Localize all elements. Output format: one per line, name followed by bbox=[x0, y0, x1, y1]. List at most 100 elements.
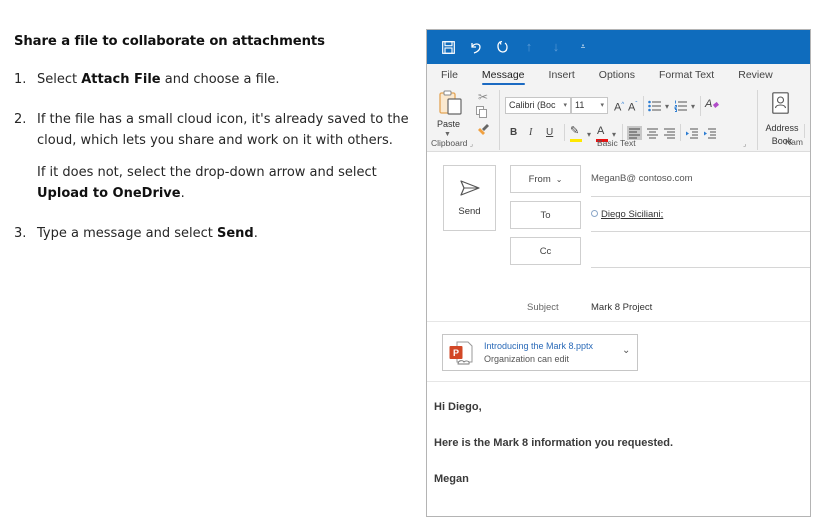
send-label: Send bbox=[458, 206, 481, 217]
numbering-dropdown-icon[interactable]: ▾ bbox=[691, 100, 695, 114]
step-text-plain: If it does not, select the drop-down arr… bbox=[37, 165, 377, 180]
instructions-title: Share a file to collaborate on attachmen… bbox=[14, 34, 325, 49]
font-name-dropdown[interactable]: Calibri (Boc ▾ bbox=[505, 97, 571, 114]
step-text-plain: and choose a file. bbox=[160, 72, 280, 87]
step-text: If the file has a small cloud icon, it's… bbox=[37, 109, 409, 151]
tab-review[interactable]: Review bbox=[738, 69, 772, 86]
separator bbox=[564, 124, 565, 141]
step-text-plain: . bbox=[180, 186, 185, 201]
redo-icon[interactable] bbox=[495, 40, 509, 54]
step-text-plain: Select bbox=[37, 72, 82, 87]
instructions-panel: Share a file to collaborate on attachmen… bbox=[14, 34, 409, 263]
field-divider bbox=[591, 196, 810, 197]
customize-dropdown-icon[interactable]: ⩡ bbox=[576, 40, 590, 54]
separator bbox=[804, 124, 805, 138]
group-separator bbox=[757, 90, 758, 150]
italic-button[interactable]: I bbox=[529, 126, 532, 140]
attachment-card[interactable]: P Introducing the Mark 8.pptx Organizati… bbox=[442, 334, 638, 371]
separator bbox=[680, 124, 681, 141]
subject-label: Subject bbox=[527, 302, 559, 313]
powerpoint-file-icon: P bbox=[449, 341, 473, 365]
attachment-permission: Organization can edit bbox=[484, 354, 570, 364]
step-text-plain: If the file has a small cloud icon, it's… bbox=[37, 112, 409, 148]
bullets-dropdown-icon[interactable]: ▾ bbox=[665, 100, 669, 114]
body-line: Here is the Mark 8 information you reque… bbox=[434, 437, 674, 449]
basic-text-group: Calibri (Boc ▾ 11 ▾ A^ Aˇ ▾ ▾ A◆ B I U ✎ ▾… bbox=[427, 86, 757, 152]
save-icon[interactable] bbox=[441, 40, 455, 54]
attachment-dropdown-icon[interactable]: ⌄ bbox=[622, 345, 630, 356]
dialog-launcher-icon[interactable]: ⌟ bbox=[743, 140, 746, 148]
down-arrow-icon: ↓ bbox=[552, 39, 560, 54]
font-size-dropdown[interactable]: 11 ▾ bbox=[571, 97, 608, 114]
shrink-font-button[interactable]: Aˇ bbox=[628, 98, 637, 115]
step-text-bold: Attach File bbox=[81, 72, 161, 87]
step-text: Type a message and select Send. bbox=[37, 223, 409, 244]
chevron-down-icon: ▾ bbox=[600, 102, 604, 109]
body-line: Megan bbox=[434, 473, 469, 485]
bullets-icon[interactable] bbox=[648, 100, 664, 112]
step-text-plain: . bbox=[253, 226, 258, 241]
step-2: 2. If the file has a small cloud icon, i… bbox=[14, 109, 409, 204]
from-value: MeganB@ contoso.com bbox=[591, 173, 693, 184]
step-text: If it does not, select the drop-down arr… bbox=[37, 162, 409, 204]
from-button[interactable]: From ⌄ bbox=[510, 165, 581, 193]
highlight-dropdown-icon[interactable]: ▾ bbox=[587, 128, 591, 142]
chevron-down-icon: ⌄ bbox=[555, 174, 563, 184]
separator bbox=[700, 96, 701, 116]
step-text-plain: Type a message and select bbox=[37, 226, 217, 241]
up-arrow-icon: ↑ bbox=[525, 39, 533, 54]
to-button[interactable]: To bbox=[510, 201, 581, 229]
font-name-value: Calibri (Boc bbox=[509, 100, 556, 110]
names-group-label: Nam bbox=[785, 137, 803, 147]
highlight-button[interactable]: ✎ bbox=[570, 124, 582, 142]
cc-button[interactable]: Cc bbox=[510, 237, 581, 265]
align-center-icon[interactable] bbox=[646, 126, 659, 140]
address-book-icon[interactable] bbox=[772, 92, 789, 114]
steps-list: 1. Select Attach File and choose a file.… bbox=[14, 69, 409, 244]
font-color-glyph: A bbox=[597, 125, 605, 137]
outlook-compose-window: ↑ ↓ ⩡ File Message Insert Options Format… bbox=[426, 29, 811, 517]
ribbon: Paste ▼ ✂ Clipboard ⌟ Calibri (Boc ▾ 11 ▾ … bbox=[427, 86, 810, 152]
presence-icon bbox=[591, 210, 598, 217]
grow-font-button[interactable]: A^ bbox=[614, 98, 624, 115]
highlighter-icon: ✎ bbox=[570, 125, 580, 137]
step-1: 1. Select Attach File and choose a file. bbox=[14, 69, 409, 90]
recipient-diego[interactable]: Diego Siciliani; bbox=[601, 209, 663, 220]
ppt-letter: P bbox=[453, 348, 459, 358]
align-right-icon[interactable] bbox=[663, 126, 676, 140]
separator bbox=[643, 96, 644, 116]
decrease-indent-icon[interactable] bbox=[685, 126, 699, 140]
clear-formatting-button[interactable]: A◆ bbox=[705, 97, 719, 112]
undo-icon[interactable] bbox=[468, 40, 482, 54]
step-text: Select Attach File and choose a file. bbox=[37, 69, 409, 90]
tab-options[interactable]: Options bbox=[599, 69, 635, 86]
field-divider bbox=[591, 231, 810, 232]
field-divider bbox=[427, 321, 810, 322]
step-text-bold: Upload to OneDrive bbox=[37, 186, 181, 201]
step-number: 1. bbox=[14, 72, 27, 87]
underline-button[interactable]: U bbox=[546, 126, 553, 140]
numbering-icon[interactable] bbox=[674, 100, 690, 112]
address-book-label-1: Address bbox=[765, 123, 799, 133]
font-size-value: 11 bbox=[575, 100, 585, 110]
to-field[interactable]: Diego Siciliani; bbox=[591, 209, 663, 220]
bold-button[interactable]: B bbox=[510, 126, 517, 140]
font-color-button[interactable]: A bbox=[596, 124, 608, 142]
chevron-down-icon: ▾ bbox=[563, 102, 567, 109]
increase-indent-icon[interactable] bbox=[703, 126, 717, 140]
field-divider bbox=[591, 267, 810, 268]
step-text-bold: Send bbox=[217, 226, 254, 241]
send-icon bbox=[460, 180, 480, 196]
ribbon-tabs: File Message Insert Options Format Text … bbox=[427, 64, 810, 86]
tab-file[interactable]: File bbox=[441, 69, 458, 86]
attachment-name[interactable]: Introducing the Mark 8.pptx bbox=[484, 341, 593, 351]
basic-text-group-label: Basic Text bbox=[597, 138, 636, 148]
tab-format-text[interactable]: Format Text bbox=[659, 69, 714, 86]
from-label: From bbox=[528, 173, 551, 185]
tab-message[interactable]: Message bbox=[481, 69, 525, 86]
field-divider bbox=[427, 381, 810, 382]
tab-insert[interactable]: Insert bbox=[549, 69, 575, 86]
send-button[interactable]: Send bbox=[443, 165, 496, 231]
body-line: Hi Diego, bbox=[434, 401, 482, 413]
subject-field[interactable]: Mark 8 Project bbox=[591, 302, 652, 313]
